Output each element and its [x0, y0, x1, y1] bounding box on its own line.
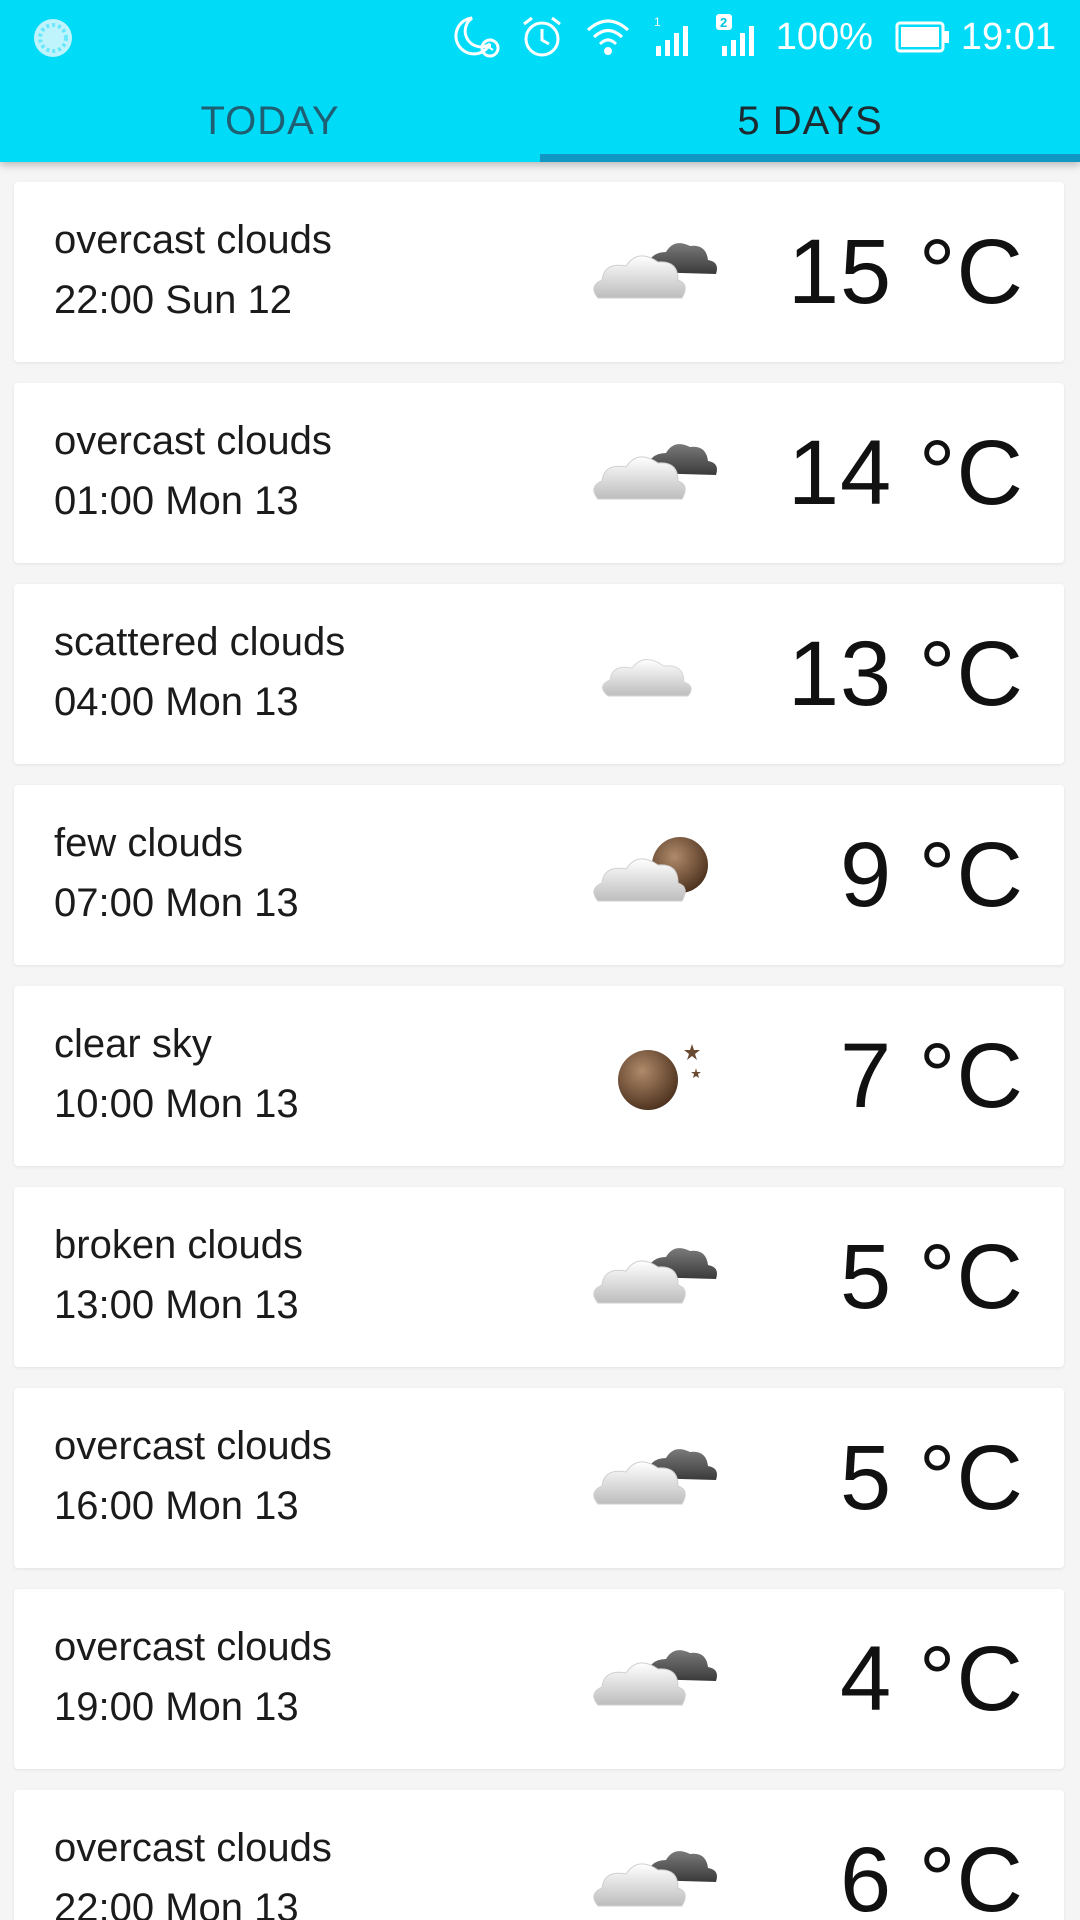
forecast-time: 19:00 Mon 13: [54, 1685, 299, 1729]
scattered-clouds-icon: [602, 659, 692, 697]
loading-dot-icon: [34, 19, 72, 57]
battery-icon: [895, 21, 949, 53]
temperature: 7 °C: [840, 1025, 1024, 1127]
forecast-time: 22:00 Sun 12: [54, 278, 292, 322]
temperature: 9 °C: [840, 824, 1024, 926]
overcast-clouds-icon: [593, 444, 717, 500]
weather-description: clear sky: [54, 1022, 212, 1066]
forecast-time: 10:00 Mon 13: [54, 1082, 299, 1126]
weather-description: overcast clouds: [54, 1826, 332, 1870]
tab-today-label: TODAY: [200, 98, 340, 143]
tab-bar: TODAY 5 DAYS: [0, 80, 1080, 162]
overcast-clouds-icon: [593, 1449, 717, 1505]
tab-today[interactable]: TODAY: [0, 80, 540, 162]
temperature: 6 °C: [840, 1829, 1024, 1920]
forecast-time: 22:00 Mon 13: [54, 1886, 299, 1920]
temperature: 5 °C: [840, 1427, 1024, 1529]
forecast-time: 16:00 Mon 13: [54, 1484, 299, 1528]
overcast-clouds-icon: [593, 1851, 717, 1907]
forecast-card[interactable]: overcast clouds 19:00 Mon 13 4 °C: [14, 1589, 1064, 1769]
broken-clouds-icon: [593, 1248, 717, 1304]
clock: 19:01: [960, 15, 1056, 58]
battery-percent: 100%: [775, 15, 873, 58]
tab-5-days[interactable]: 5 DAYS: [540, 80, 1080, 162]
weather-description: broken clouds: [54, 1223, 304, 1267]
few-clouds-night-icon: [593, 837, 708, 902]
weather-description: few clouds: [54, 821, 243, 865]
tab-5-days-label: 5 DAYS: [737, 98, 883, 143]
forecast-time: 13:00 Mon 13: [54, 1283, 299, 1327]
forecast-card[interactable]: broken clouds 13:00 Mon 13 5 °C: [14, 1187, 1064, 1367]
clear-sky-night-icon: [618, 1044, 701, 1110]
svg-text:1: 1: [654, 15, 661, 29]
alarm-clock-icon: [522, 16, 561, 57]
temperature: 4 °C: [840, 1628, 1024, 1730]
temperature: 15 °C: [787, 221, 1024, 323]
forecast-time: 04:00 Mon 13: [54, 680, 299, 724]
status-bar: 1 2 100% 19:01: [0, 0, 1080, 72]
weather-description: overcast clouds: [54, 419, 332, 463]
forecast-time: 01:00 Mon 13: [54, 479, 299, 523]
temperature: 14 °C: [787, 422, 1024, 524]
tab-selected-indicator: [540, 154, 1080, 162]
forecast-time: 07:00 Mon 13: [54, 881, 299, 925]
svg-text:2: 2: [720, 15, 727, 30]
forecast-card[interactable]: scattered clouds 04:00 Mon 13 13 °C: [14, 584, 1064, 764]
overcast-clouds-icon: [593, 1650, 717, 1706]
forecast-card[interactable]: overcast clouds 16:00 Mon 13 5 °C: [14, 1388, 1064, 1568]
moon-alarm-icon: [454, 16, 500, 58]
signal-2-icon: 2: [715, 14, 754, 56]
overcast-clouds-icon: [593, 243, 717, 299]
weather-description: overcast clouds: [54, 1625, 332, 1669]
forecast-card[interactable]: clear sky 10:00 Mon 13 7 °C: [14, 986, 1064, 1166]
app-header: 1 2 100% 19:01 TODAY 5 DAYS: [0, 0, 1080, 162]
forecast-list[interactable]: overcast clouds 22:00 Sun 12 15 °C overc…: [0, 162, 1080, 1920]
signal-1-icon: 1: [654, 15, 688, 56]
forecast-card[interactable]: few clouds 07:00 Mon 13 9 °C: [14, 785, 1064, 965]
forecast-card[interactable]: overcast clouds 01:00 Mon 13 14 °C: [14, 383, 1064, 563]
forecast-card[interactable]: overcast clouds 22:00 Mon 13 6 °C: [14, 1790, 1064, 1920]
temperature: 13 °C: [787, 623, 1024, 725]
weather-description: scattered clouds: [54, 620, 346, 664]
wifi-icon: [586, 19, 629, 55]
temperature: 5 °C: [840, 1226, 1024, 1328]
status-icons: 1 2 100% 19:01: [436, 12, 1056, 62]
weather-description: overcast clouds: [54, 218, 332, 262]
weather-description: overcast clouds: [54, 1424, 332, 1468]
forecast-card[interactable]: overcast clouds 22:00 Sun 12 15 °C: [14, 182, 1064, 362]
